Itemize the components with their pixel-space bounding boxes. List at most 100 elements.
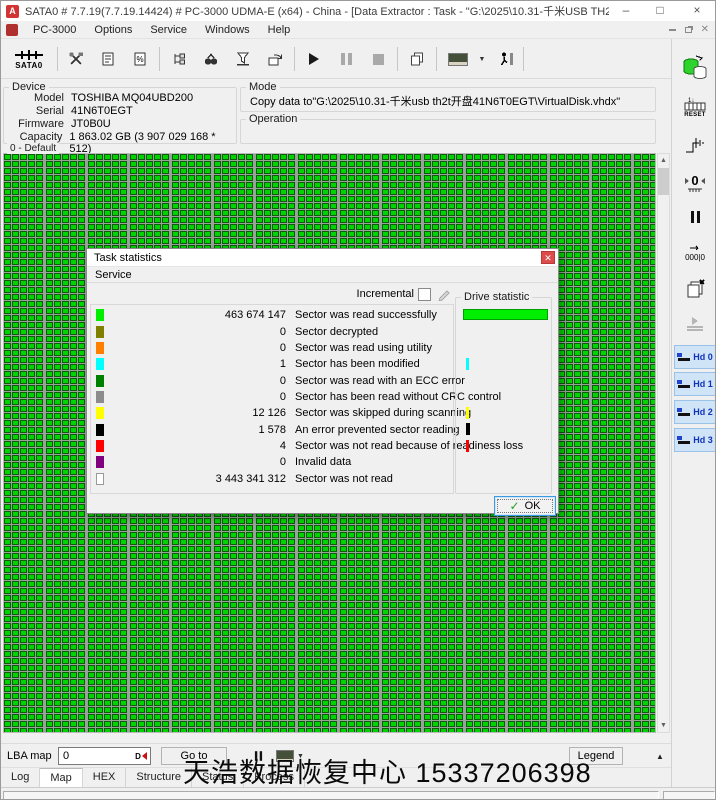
minimize-button[interactable]: – <box>609 1 643 21</box>
stat-row: 0 Sector was read using utility <box>91 340 453 356</box>
task-icon <box>6 23 18 36</box>
stat-row: 0 Sector was read with an ECC error <box>91 372 465 388</box>
stat-row: 1 578 An error prevented sector reading <box>91 421 459 437</box>
collapse-button[interactable]: ▲ <box>651 747 669 765</box>
triangle-up-icon: ▲ <box>656 751 664 761</box>
drive-bar <box>466 423 470 436</box>
tab-hex[interactable]: HEX <box>82 768 127 788</box>
device-field-label: Serial <box>35 105 64 117</box>
stat-value: 1 <box>279 358 286 371</box>
resume-button[interactable] <box>672 311 715 337</box>
maximize-button[interactable]: □ <box>643 1 677 21</box>
copy-data-button[interactable] <box>672 53 715 83</box>
close-button[interactable]: × <box>677 1 715 21</box>
menu-help[interactable]: Help <box>259 21 300 39</box>
start-button[interactable] <box>299 44 329 74</box>
tab-map[interactable]: Map <box>40 768 83 788</box>
power-button[interactable] <box>672 131 716 159</box>
head-2-button[interactable]: Hd 2 <box>674 400 715 424</box>
menu-options[interactable]: Options <box>85 21 141 39</box>
drive-passport-button[interactable] <box>93 44 123 74</box>
scroll-up-icon[interactable]: ▲ <box>658 154 669 167</box>
stat-value: 0 <box>279 390 286 403</box>
incremental-checkbox[interactable] <box>418 287 431 301</box>
skip-sector-button[interactable]: 000|0 <box>672 239 715 269</box>
copy-results-button[interactable] <box>402 44 432 74</box>
binoculars-icon <box>204 51 218 65</box>
device-field-label: Model <box>34 92 64 104</box>
reset-button[interactable]: 1↓ RESET <box>672 91 716 123</box>
operation-panel: Operation <box>240 113 656 144</box>
stat-value: 3 443 341 312 <box>215 472 286 485</box>
title-bar: A SATA0 # 7.7.19(7.7.19.14424) # PC-3000… <box>1 1 715 21</box>
tab-log[interactable]: Log <box>1 768 41 788</box>
reset-label: RESET <box>684 112 706 118</box>
clear-map-button[interactable] <box>672 275 716 305</box>
sector-skip-icon: 000|0 <box>685 242 705 262</box>
stat-color-swatch <box>96 423 104 436</box>
zero-position-button[interactable]: 0 <box>672 167 715 197</box>
head-1-label: Hd 1 <box>693 379 713 389</box>
dialog-title-bar[interactable]: Task statistics ✕ <box>87 249 558 267</box>
menu-service[interactable]: Service <box>141 21 196 39</box>
stop-button[interactable] <box>363 44 393 74</box>
drive-bar <box>463 309 548 320</box>
task-statistics-button[interactable]: % <box>125 44 155 74</box>
status-field <box>663 791 715 799</box>
search-button[interactable] <box>196 44 226 74</box>
stat-value: 12 126 <box>252 407 286 420</box>
stat-row: 12 126 Sector was skipped during scanning <box>91 405 471 421</box>
sata-port-button[interactable]: SATA0 <box>6 44 52 74</box>
stat-color-swatch <box>96 407 104 420</box>
dialog-service-menu[interactable]: Service <box>87 267 558 283</box>
head-1-button[interactable]: Hd 1 <box>674 372 715 396</box>
build-map-button[interactable] <box>228 44 258 74</box>
pause-button[interactable] <box>331 44 361 74</box>
stat-row: 0 Sector decrypted <box>91 323 453 339</box>
drive-bars <box>461 308 549 492</box>
pause-task-button[interactable] <box>672 205 715 229</box>
edit-button[interactable] <box>435 286 453 302</box>
resume-disabled-icon <box>687 317 703 334</box>
exit-task-button[interactable] <box>491 44 521 74</box>
stat-row: 3 443 341 312 Sector was not read <box>91 470 453 486</box>
map-scrollbar[interactable]: ▲ ▼ <box>657 153 670 733</box>
mdi-close-icon[interactable]: ✕ <box>701 24 709 35</box>
device-tree-button[interactable] <box>164 44 194 74</box>
menu-windows[interactable]: Windows <box>196 21 259 39</box>
report-percent-icon: % <box>132 51 148 67</box>
stat-label: Sector was not read <box>295 472 393 485</box>
menu-bar: PC-3000 Options Service Windows Help ✕ <box>1 21 715 39</box>
dialog-close-icon[interactable]: ✕ <box>541 251 555 264</box>
drive-bar <box>466 439 469 452</box>
head-3-button[interactable]: Hd 3 <box>674 428 715 452</box>
menu-pc3000[interactable]: PC-3000 <box>24 21 85 39</box>
script-info-icon <box>100 51 116 67</box>
stat-color-swatch <box>96 439 104 452</box>
scroll-down-icon[interactable]: ▼ <box>658 719 669 732</box>
head-0-button[interactable]: Hd 0 <box>674 345 715 369</box>
device-field-value: 1 863.02 GB (3 907 029 168 * 512) <box>69 131 216 155</box>
mode-value: Copy data to"G:\2025\10.31-千米usb th2t开盘4… <box>250 96 621 108</box>
map-view-icon <box>448 52 468 66</box>
stat-color-swatch <box>96 456 104 469</box>
map-view-button[interactable] <box>441 44 475 74</box>
map-view-dropdown[interactable]: ▼ <box>475 44 489 74</box>
stat-label: Sector decrypted <box>295 325 379 338</box>
power-circuit-icon <box>684 138 706 156</box>
scroll-thumb[interactable] <box>658 168 669 195</box>
utility-settings-button[interactable] <box>61 44 91 74</box>
clear-copies-icon <box>683 278 707 302</box>
lba-input[interactable]: 0 D <box>58 747 151 765</box>
save-task-button[interactable] <box>260 44 290 74</box>
mdi-minimize-icon[interactable] <box>668 28 676 31</box>
copy-icon <box>409 51 425 67</box>
stat-value: 0 <box>279 456 286 469</box>
lba-map-label: LBA map <box>7 750 52 762</box>
main-toolbar: SATA0 % ▼ <box>1 39 671 79</box>
stat-value: 0 <box>279 341 286 354</box>
ok-button[interactable]: ✓ OK <box>494 496 556 516</box>
lba-format-toggle[interactable]: D <box>133 749 149 763</box>
stat-label: Sector was read using utility <box>295 341 432 354</box>
mdi-restore-icon[interactable] <box>684 26 692 33</box>
